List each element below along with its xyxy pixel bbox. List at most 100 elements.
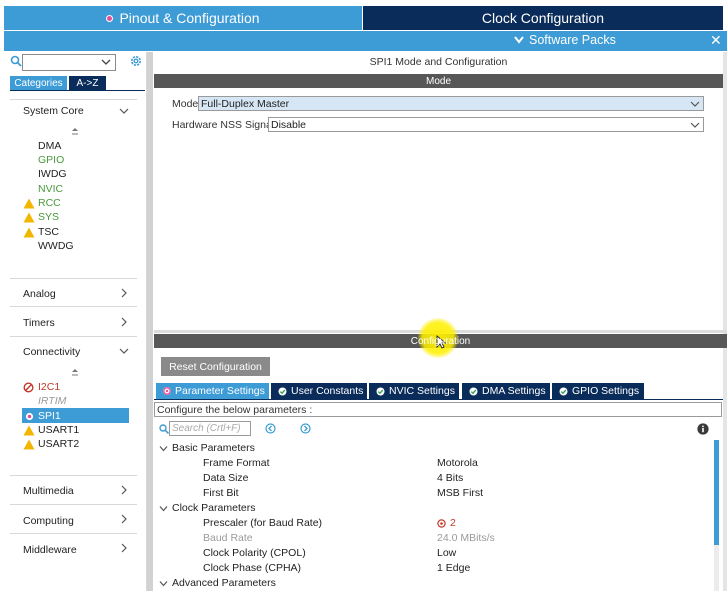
chevron-right-icon[interactable] xyxy=(119,317,129,327)
category-timers[interactable]: Timers xyxy=(23,317,55,329)
category-connectivity[interactable]: Connectivity xyxy=(23,346,80,358)
sidebar-item-label: GPIO xyxy=(38,154,65,166)
tabs-underline xyxy=(154,399,723,400)
divider xyxy=(10,278,137,279)
chevron-down-icon[interactable] xyxy=(100,56,112,68)
category-computing[interactable]: Computing xyxy=(23,515,74,527)
sidebar-item-tsc[interactable]: TSC xyxy=(23,226,59,238)
active-dot-icon xyxy=(25,412,34,420)
chevron-down-icon[interactable] xyxy=(119,346,129,356)
error-icon xyxy=(23,381,34,393)
panel-scrollbar[interactable] xyxy=(723,52,727,591)
param-value[interactable]: Low xyxy=(437,547,456,559)
tab-categories[interactable]: Categories xyxy=(10,76,67,90)
sidebar-scrollbar[interactable] xyxy=(147,52,153,591)
chevron-right-icon[interactable] xyxy=(119,514,129,524)
sidebar-item-rcc[interactable]: RCC xyxy=(23,197,61,209)
tab-label: GPIO Settings xyxy=(572,385,640,397)
error-icon xyxy=(437,518,446,528)
chevron-down-icon[interactable] xyxy=(119,106,129,116)
check-circle-icon xyxy=(376,387,385,395)
sidebar-item-wwdg[interactable]: WWDG xyxy=(38,240,74,252)
param-value[interactable]: 4 Bits xyxy=(437,472,463,484)
warning-icon xyxy=(23,439,35,449)
configure-instructions: Configure the below parameters : xyxy=(154,402,722,417)
chevron-right-icon[interactable] xyxy=(119,485,129,495)
category-multimedia[interactable]: Multimedia xyxy=(23,485,74,497)
hardware-nss-label: Hardware NSS Signal xyxy=(172,119,275,131)
sort-icon[interactable] xyxy=(71,127,79,137)
hardware-nss-select[interactable]: Disable xyxy=(268,117,704,132)
sidebar-item-usart1[interactable]: USART1 xyxy=(23,424,79,436)
info-icon[interactable] xyxy=(697,423,709,435)
param-name: First Bit xyxy=(203,487,239,499)
sidebar-item-dma[interactable]: DMA xyxy=(38,140,61,152)
param-name: Clock Polarity (CPOL) xyxy=(203,547,306,559)
category-system-core[interactable]: System Core xyxy=(23,105,84,117)
tab-clock-configuration[interactable]: Clock Configuration xyxy=(363,6,723,30)
software-packs-label: Software Packs xyxy=(529,33,616,47)
tab-pinout-label: Pinout & Configuration xyxy=(119,10,260,26)
software-packs-menu[interactable]: Software Packs xyxy=(514,33,616,47)
category-analog[interactable]: Analog xyxy=(23,288,56,300)
parameters-scrollbar-thumb[interactable] xyxy=(714,440,719,545)
sidebar-item-iwdg[interactable]: IWDG xyxy=(38,168,67,180)
mode-select[interactable]: Full-Duplex Master xyxy=(198,96,704,111)
mode-select-value: Full-Duplex Master xyxy=(201,97,290,110)
chevron-down-icon xyxy=(159,445,168,451)
warning-icon xyxy=(23,425,35,435)
sidebar-item-label: SYS xyxy=(38,211,60,223)
group-advanced-parameters[interactable]: Advanced Parameters xyxy=(159,577,276,589)
sidebar-item-label: NVIC xyxy=(38,183,64,195)
software-packs-bar xyxy=(4,31,727,51)
group-basic-parameters[interactable]: Basic Parameters xyxy=(159,442,255,454)
sidebar-item-label: IWDG xyxy=(38,168,67,180)
configuration-header-label: Configuration xyxy=(410,335,471,347)
param-name: Frame Format xyxy=(203,457,270,469)
active-tab-dot-icon xyxy=(106,14,114,22)
tab-dma-settings[interactable]: DMA Settings xyxy=(462,383,550,399)
warning-icon xyxy=(23,198,35,208)
parameter-search-input[interactable]: Search (Crtl+F) xyxy=(169,421,251,436)
tab-pinout-configuration[interactable]: Pinout & Configuration xyxy=(4,6,362,30)
divider xyxy=(10,533,137,534)
group-clock-parameters[interactable]: Clock Parameters xyxy=(159,502,255,514)
divider xyxy=(10,336,137,337)
tab-user-constants[interactable]: User Constants xyxy=(271,383,367,399)
param-value[interactable]: MSB First xyxy=(437,487,483,499)
chevron-right-icon[interactable] xyxy=(119,288,129,298)
param-value[interactable]: Motorola xyxy=(437,457,478,469)
sidebar-item-irtim[interactable]: IRTIM xyxy=(38,395,66,407)
close-icon[interactable]: ✕ xyxy=(710,32,722,49)
sidebar-item-i2c1[interactable]: I2C1 xyxy=(23,381,60,393)
sidebar-item-nvic[interactable]: NVIC xyxy=(38,183,63,195)
tab-nvic-settings[interactable]: NVIC Settings xyxy=(369,383,459,399)
reset-configuration-button[interactable]: Reset Configuration xyxy=(161,357,270,376)
sort-icon[interactable] xyxy=(71,368,79,378)
sidebar-item-usart2[interactable]: USART2 xyxy=(23,438,79,450)
chevron-down-icon[interactable] xyxy=(690,99,700,109)
category-tabs-underline xyxy=(10,90,145,91)
category-middleware[interactable]: Middleware xyxy=(23,544,77,556)
sidebar-item-sys[interactable]: SYS xyxy=(23,211,59,223)
sidebar-item-gpio[interactable]: GPIO xyxy=(38,154,64,166)
tab-a-to-z[interactable]: A->Z xyxy=(69,76,106,90)
tab-parameter-settings[interactable]: Parameter Settings xyxy=(156,383,269,399)
page-title: SPI1 Mode and Configuration xyxy=(369,56,508,68)
check-circle-icon xyxy=(559,387,568,395)
param-value-error[interactable]: 2 xyxy=(437,517,456,529)
gear-icon[interactable] xyxy=(129,54,143,68)
param-name: Baud Rate xyxy=(203,532,253,544)
next-result-icon[interactable] xyxy=(300,423,311,434)
sidebar-item-spi1[interactable]: SPI1 xyxy=(25,410,61,422)
previous-result-icon[interactable] xyxy=(265,423,276,434)
sidebar-item-label: TSC xyxy=(38,226,59,238)
check-circle-icon xyxy=(469,387,478,395)
param-value[interactable]: 1 Edge xyxy=(437,562,470,574)
tab-label: User Constants xyxy=(291,385,364,397)
chevron-down-icon xyxy=(159,505,168,511)
chevron-right-icon[interactable] xyxy=(119,543,129,553)
tab-gpio-settings[interactable]: GPIO Settings xyxy=(552,383,644,399)
mode-label: Mode xyxy=(172,98,199,110)
chevron-down-icon[interactable] xyxy=(690,120,700,130)
